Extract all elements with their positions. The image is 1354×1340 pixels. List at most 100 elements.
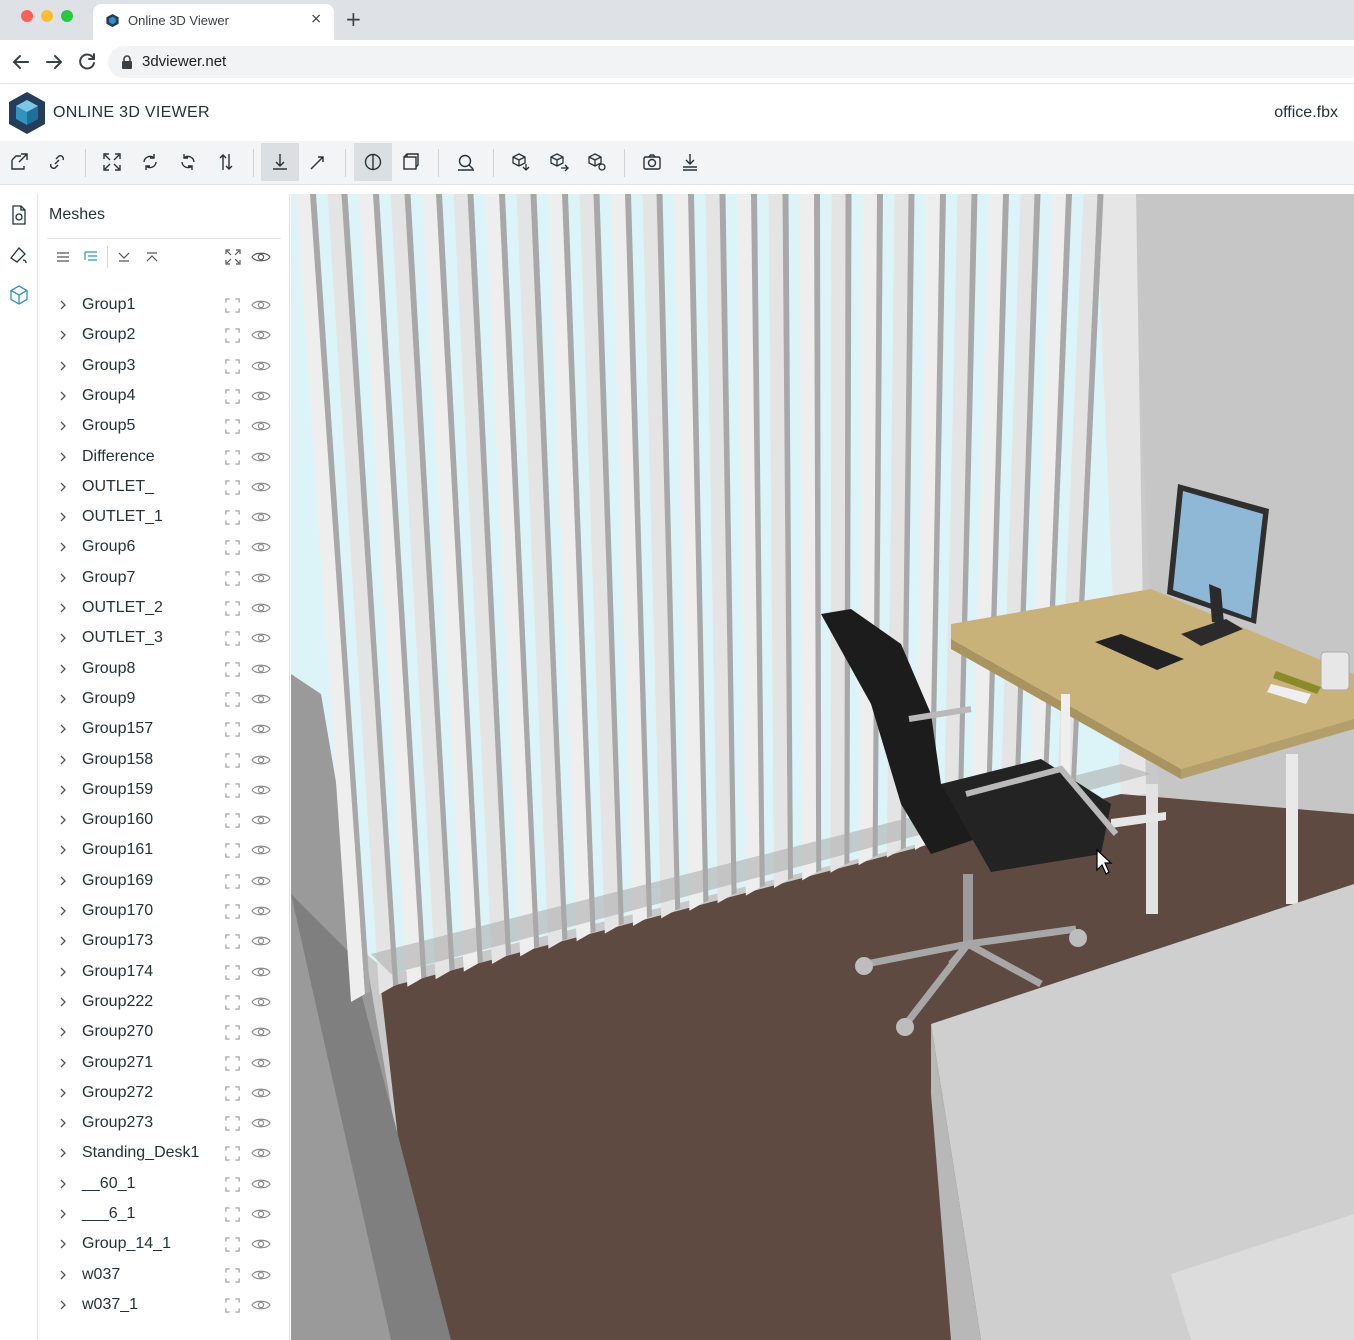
chevron-right-icon[interactable] [57,1268,69,1282]
fit-all-icon[interactable] [224,248,242,266]
tree-row[interactable]: Group170 [39,896,290,926]
fit-mesh-icon[interactable] [224,418,241,435]
visibility-eye-icon[interactable] [251,692,271,706]
tree-row[interactable]: OUTLET_ [39,472,290,502]
fit-to-window-button[interactable] [93,143,131,181]
browser-tab[interactable]: Online 3D Viewer × [93,4,334,40]
fit-mesh-icon[interactable] [224,873,241,890]
fit-mesh-icon[interactable] [224,1055,241,1072]
chevron-right-icon[interactable] [57,631,69,645]
file-details-icon[interactable] [8,204,30,226]
chevron-right-icon[interactable] [57,480,69,494]
chevron-right-icon[interactable] [57,540,69,554]
meshes-icon[interactable] [8,284,30,306]
tree-row[interactable]: Group7 [39,563,290,593]
chevron-right-icon[interactable] [57,1056,69,1070]
fit-mesh-icon[interactable] [224,1206,241,1223]
3d-viewport[interactable] [291,194,1354,1340]
chevron-right-icon[interactable] [57,1025,69,1039]
visibility-eye-icon[interactable] [251,359,271,373]
visibility-eye-icon[interactable] [251,1207,271,1221]
tree-row[interactable]: OUTLET_3 [39,623,290,653]
visibility-eye-icon[interactable] [251,1116,271,1130]
tree-row[interactable]: Group5 [39,411,290,441]
fit-mesh-icon[interactable] [224,1024,241,1041]
open-file-button[interactable] [0,143,38,181]
fit-mesh-icon[interactable] [224,1297,241,1314]
tree-row[interactable]: Group161 [39,835,290,865]
visibility-eye-icon[interactable] [251,813,271,827]
tree-row[interactable]: OUTLET_2 [39,593,290,623]
chevron-right-icon[interactable] [57,359,69,373]
fit-mesh-icon[interactable] [224,358,241,375]
fit-mesh-icon[interactable] [224,1115,241,1132]
chevron-right-icon[interactable] [57,571,69,585]
reload-icon[interactable] [75,50,99,74]
snapshot-button[interactable] [633,143,671,181]
set-up-vector-button[interactable] [131,143,169,181]
visibility-eye-icon[interactable] [251,540,271,554]
visibility-eye-icon[interactable] [251,510,271,524]
tree-row[interactable]: Group8 [39,654,290,684]
fit-mesh-icon[interactable] [224,661,241,678]
fit-mesh-icon[interactable] [224,1267,241,1284]
visibility-eye-icon[interactable] [251,1177,271,1191]
tree-row[interactable]: Group157 [39,714,290,744]
tree-row[interactable]: ___6_1 [39,1199,290,1229]
new-tab-button[interactable]: + [345,7,362,31]
visibility-eye-icon[interactable] [251,965,271,979]
tree-row[interactable]: Group174 [39,957,290,987]
chevron-right-icon[interactable] [57,753,69,767]
show-all-icon[interactable] [251,248,271,266]
fit-mesh-icon[interactable] [224,721,241,738]
chevron-right-icon[interactable] [57,419,69,433]
visibility-eye-icon[interactable] [251,450,271,464]
visibility-eye-icon[interactable] [251,298,271,312]
chevron-right-icon[interactable] [57,692,69,706]
chevron-right-icon[interactable] [57,904,69,918]
visibility-eye-icon[interactable] [251,631,271,645]
chevron-right-icon[interactable] [57,1177,69,1191]
tree-row[interactable]: Group_14_1 [39,1229,290,1259]
visibility-eye-icon[interactable] [251,480,271,494]
visibility-eye-icon[interactable] [251,1298,271,1312]
address-bar[interactable]: 3dviewer.net [108,46,1354,78]
model-settings-button[interactable] [578,143,616,181]
chevron-right-icon[interactable] [57,601,69,615]
visibility-eye-icon[interactable] [251,419,271,433]
fix-up-vector-button[interactable] [207,143,245,181]
chevron-right-icon[interactable] [57,783,69,797]
chevron-right-icon[interactable] [57,934,69,948]
visibility-eye-icon[interactable] [251,662,271,676]
share-model-button[interactable] [540,143,578,181]
tree-row[interactable]: Standing_Desk1 [39,1138,290,1168]
visibility-eye-icon[interactable] [251,783,271,797]
chevron-right-icon[interactable] [57,328,69,342]
visibility-eye-icon[interactable] [251,571,271,585]
app-logo-icon[interactable] [8,91,46,135]
chevron-right-icon[interactable] [57,1207,69,1221]
tree-row[interactable]: Group159 [39,775,290,805]
chevron-right-icon[interactable] [57,874,69,888]
tree-row[interactable]: w037_1 [39,1290,290,1320]
tree-row[interactable]: Group270 [39,1017,290,1047]
tree-row[interactable]: w037 [39,1260,290,1290]
back-arrow-icon[interactable] [9,50,33,74]
tree-view-icon[interactable] [82,248,100,266]
fixed-up-navigation-button[interactable] [261,143,299,181]
fit-mesh-icon[interactable] [224,570,241,587]
fit-mesh-icon[interactable] [224,327,241,344]
chevron-right-icon[interactable] [57,298,69,312]
visibility-eye-icon[interactable] [251,1237,271,1251]
chevron-right-icon[interactable] [57,510,69,524]
chevron-right-icon[interactable] [57,1237,69,1251]
fit-mesh-icon[interactable] [224,539,241,556]
fit-mesh-icon[interactable] [224,782,241,799]
fit-mesh-icon[interactable] [224,1236,241,1253]
fit-mesh-icon[interactable] [224,752,241,769]
visibility-eye-icon[interactable] [251,995,271,1009]
tree-row[interactable]: Group2 [39,320,290,350]
visibility-eye-icon[interactable] [251,1146,271,1160]
chevron-right-icon[interactable] [57,995,69,1009]
tree-row[interactable]: Group1 [39,290,290,320]
